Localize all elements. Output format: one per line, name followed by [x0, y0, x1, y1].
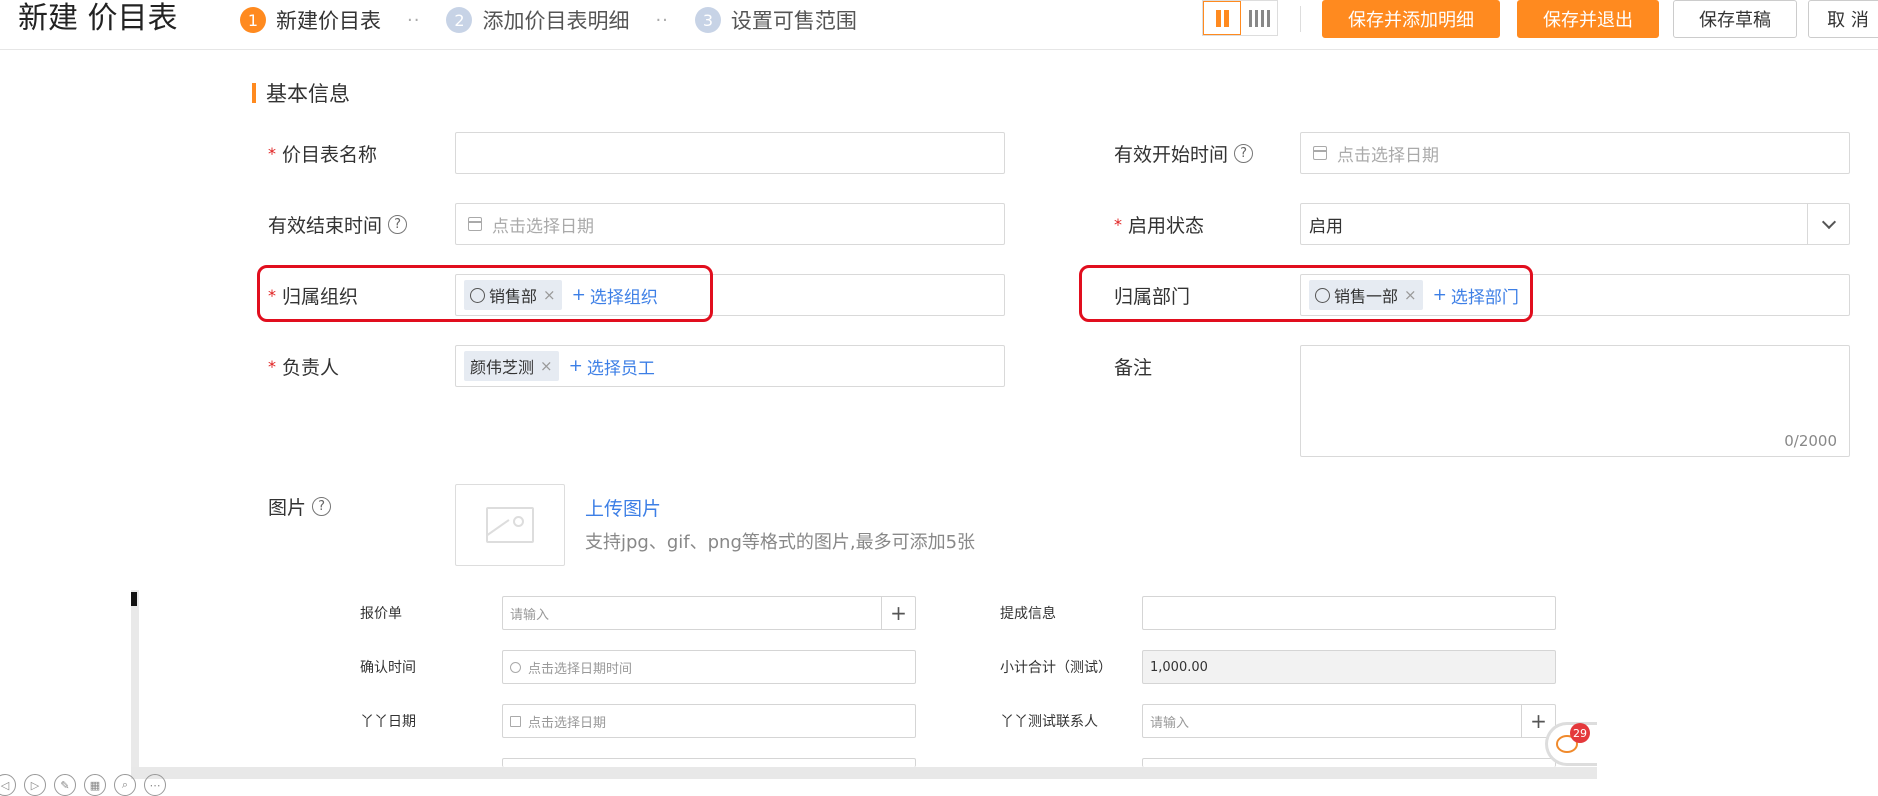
end-date-placeholder: 点击选择日期	[492, 216, 594, 237]
start-date-placeholder: 点击选择日期	[1337, 145, 1439, 166]
select-employee-text: 选择员工	[586, 358, 655, 379]
save-and-add-detail-button[interactable]: 保存并添加明细	[1322, 0, 1500, 38]
owner-selector[interactable]: 颜伟芝测 × + 选择员工	[455, 345, 1005, 387]
label-text: 图片	[268, 496, 307, 519]
step-2-label: 添加价目表明细	[482, 9, 630, 33]
image-placeholder-icon	[486, 507, 534, 543]
confirm-datetime-picker[interactable]: 点击选择日期时间	[502, 650, 916, 684]
upload-hint: 支持jpg、gif、png等格式的图片,最多可添加5张	[585, 532, 976, 553]
plus-icon[interactable]: +	[881, 597, 915, 629]
calendar-icon	[510, 715, 521, 727]
select-employee-link[interactable]: + 选择员工	[569, 354, 655, 379]
step-separator: ··	[655, 9, 669, 31]
confirm-placeholder: 点击选择日期时间	[528, 661, 633, 677]
calendar-icon	[1313, 146, 1327, 160]
step-3-label: 设置可售范围	[730, 9, 857, 33]
clock-icon	[510, 661, 521, 673]
confirm-time-label: 确认时间	[360, 660, 416, 676]
chat-badge: 29	[1570, 723, 1590, 743]
chat-widget[interactable]: 29	[1545, 722, 1597, 766]
remark-textarea[interactable]: 0/2000	[1300, 345, 1850, 457]
remark-label: 备注	[1114, 346, 1152, 386]
page-title: 新建 价目表	[18, 1, 178, 36]
required-mark: *	[268, 356, 276, 376]
panel-marker	[131, 592, 137, 606]
step-2-number: 2	[446, 7, 473, 33]
step-2: 2 添加价目表明细	[446, 5, 629, 35]
yy-contact-placeholder: 请输入	[1150, 715, 1190, 731]
close-icon[interactable]: ×	[540, 357, 553, 375]
layout-toggle	[1202, 0, 1278, 36]
commission-label: 提成信息	[1000, 606, 1056, 622]
four-column-icon	[1248, 9, 1270, 27]
step-separator: ··	[407, 9, 421, 31]
cancel-button[interactable]: 取 消	[1808, 0, 1878, 38]
horizontal-scrollbar[interactable]	[131, 767, 1597, 779]
label-text: 有效开始时间	[1114, 143, 1229, 166]
save-and-exit-button[interactable]: 保存并退出	[1517, 0, 1659, 38]
quote-placeholder: 请输入	[510, 607, 550, 623]
subtotal-field: 1,000.00	[1142, 650, 1556, 684]
quote-input[interactable]: 请输入 +	[502, 596, 916, 630]
status-value: 启用	[1309, 216, 1343, 237]
step-indicator: 1 新建价目表 ·· 2 添加价目表明细 ·· 3 设置可售范围	[240, 4, 857, 36]
toolbar-divider	[1300, 6, 1301, 32]
required-mark: *	[1114, 214, 1122, 234]
top-bar: 新建 价目表 1 新建价目表 ·· 2 添加价目表明细 ·· 3 设置可售范围 …	[0, 0, 1878, 50]
status-select[interactable]: 启用	[1300, 203, 1850, 245]
char-counter: 0/2000	[1784, 432, 1837, 450]
two-column-icon	[1215, 9, 1229, 27]
save-draft-button[interactable]: 保存草稿	[1673, 0, 1797, 38]
yy-date-placeholder: 点击选择日期	[528, 715, 607, 731]
yy-contact-input[interactable]: 请输入 +	[1142, 704, 1556, 738]
image-label: 图片 ?	[268, 486, 332, 526]
cut-off-field	[502, 758, 916, 767]
four-column-layout-button[interactable]	[1241, 1, 1277, 35]
step-1-label: 新建价目表	[276, 9, 381, 33]
step-3-number: 3	[694, 7, 721, 33]
plus-icon: +	[568, 356, 583, 376]
start-time-label: 有效开始时间 ?	[1114, 133, 1254, 173]
step-1-number: 1	[240, 7, 266, 33]
subtotal-value: 1,000.00	[1150, 659, 1208, 675]
quote-label: 报价单	[360, 606, 402, 622]
price-list-name-label: * 价目表名称	[268, 133, 377, 173]
two-column-layout-button[interactable]	[1203, 1, 1241, 35]
step-3: 3 设置可售范围	[694, 5, 857, 35]
chevron-down-icon[interactable]	[1807, 204, 1849, 244]
calendar-icon	[468, 217, 482, 231]
label-text: 价目表名称	[282, 143, 378, 166]
owner-tag: 颜伟芝测 ×	[464, 351, 559, 381]
owner-label: * 负责人	[268, 346, 339, 386]
status-label: * 启用状态	[1114, 204, 1204, 244]
step-1: 1 新建价目表	[240, 5, 381, 35]
end-time-label: 有效结束时间 ?	[268, 204, 408, 244]
section-title-basic-info: 基本信息	[252, 78, 350, 108]
label-text: 有效结束时间	[268, 214, 383, 237]
help-icon[interactable]: ?	[388, 214, 408, 234]
help-icon[interactable]: ?	[1234, 143, 1254, 163]
label-text: 备注	[1114, 356, 1153, 379]
required-mark: *	[268, 143, 276, 163]
subtotal-label: 小计合计（测试）	[1000, 660, 1112, 676]
price-list-name-input[interactable]	[455, 132, 1005, 174]
yy-date-label: 丫丫日期	[360, 714, 416, 730]
help-icon[interactable]: ?	[312, 496, 332, 516]
upload-image-link[interactable]: 上传图片	[585, 494, 661, 521]
start-date-picker[interactable]: 点击选择日期	[1300, 132, 1850, 174]
yy-date-picker[interactable]: 点击选择日期	[502, 704, 916, 738]
image-upload-box[interactable]	[455, 484, 565, 566]
owner-tag-text: 颜伟芝测	[470, 358, 535, 377]
label-text: 启用状态	[1128, 214, 1205, 237]
end-date-picker[interactable]: 点击选择日期	[455, 203, 1005, 245]
commission-input[interactable]	[1142, 596, 1556, 630]
highlight-box-org	[257, 265, 713, 322]
cut-off-field	[1142, 758, 1556, 767]
highlight-box-dept	[1079, 265, 1533, 322]
yy-contact-label: 丫丫测试联系人	[1000, 714, 1098, 730]
label-text: 负责人	[282, 356, 340, 379]
